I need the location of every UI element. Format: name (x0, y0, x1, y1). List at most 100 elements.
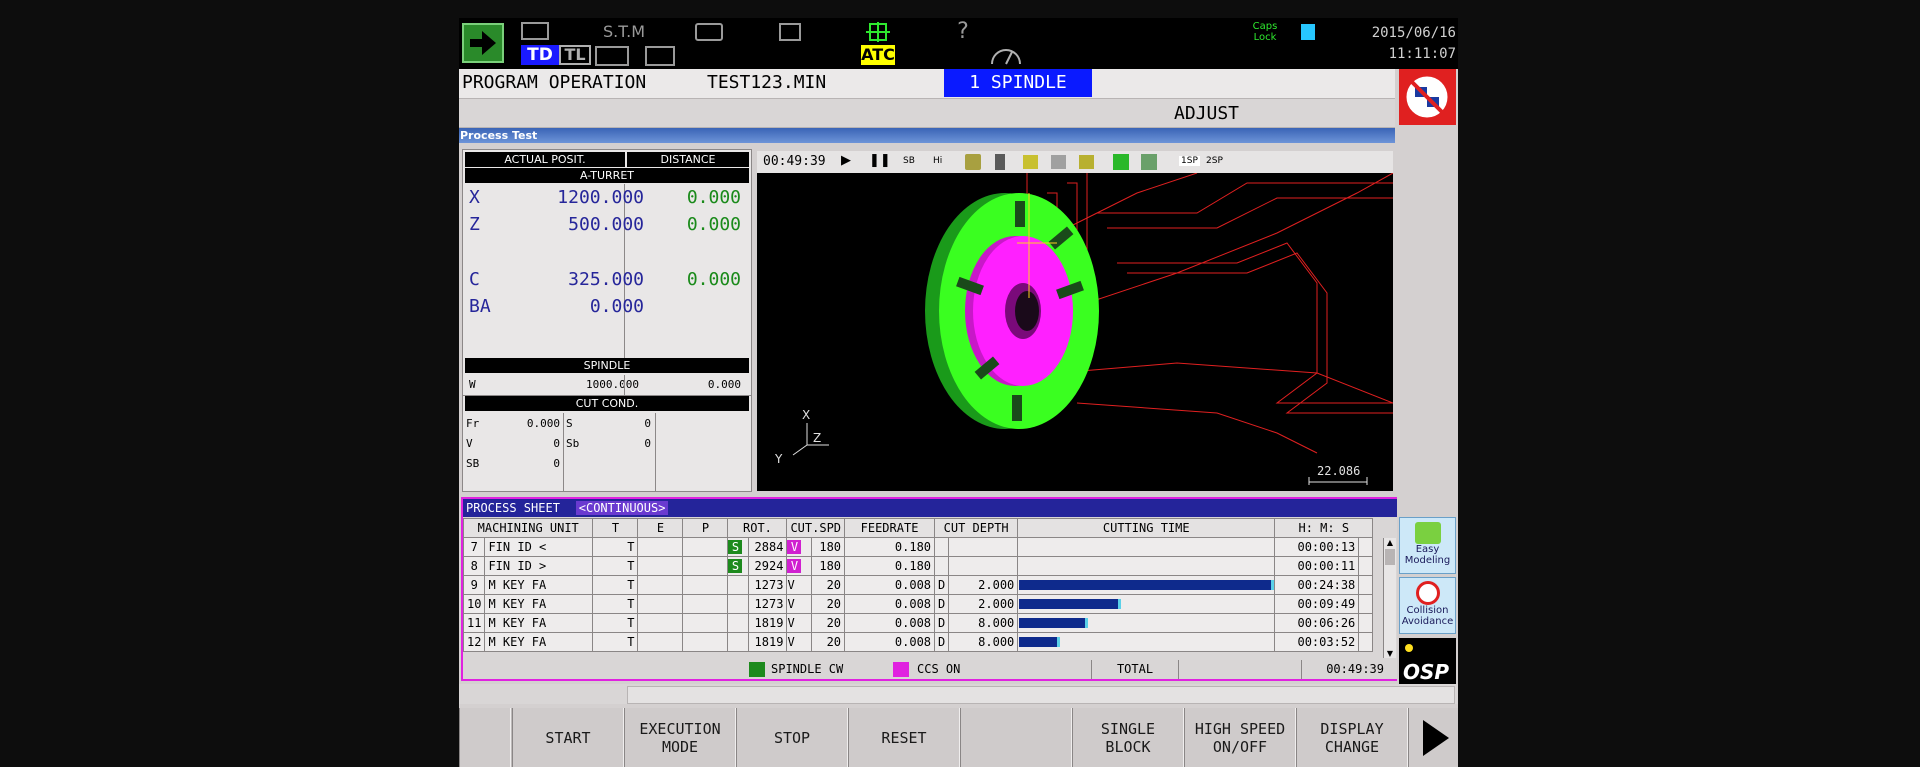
no-cell: 10 (462, 594, 486, 614)
continuous-mode[interactable]: <CONTINUOUS> (575, 501, 669, 515)
next-arrow-icon (1423, 720, 1449, 756)
no-interference-icon[interactable] (1399, 69, 1456, 125)
scroll-down-icon[interactable]: ▼ (1384, 649, 1396, 658)
fkey-blank-1[interactable] (459, 708, 511, 767)
atc-icon[interactable] (860, 20, 896, 44)
spindle-cw-swatch (749, 662, 765, 677)
feed-cell: 0.008 (844, 632, 936, 652)
easy-modeling-button[interactable]: Easy Modeling (1399, 517, 1456, 574)
process-sheet: PROCESS SHEET <CONTINUOUS> MACHINING UNI… (461, 497, 1399, 681)
cutting-time-bar (1019, 618, 1089, 628)
top-status-bar: S.T.M ? TD TL ATC Caps Lock 2015/06/16 1… (459, 18, 1458, 69)
depth-cell: 8.000 (948, 613, 1019, 633)
caps-lock-indicator: Caps Lock (1252, 21, 1278, 43)
table-row[interactable]: 12 M KEY FA T 1819 V 20 0.008 D 8.000 00:03:52 (462, 632, 1374, 652)
process-sheet-scrollbar[interactable]: ▲ ▼ (1383, 538, 1396, 658)
scroll-thumb[interactable] (1385, 549, 1395, 565)
tool-holder-icon[interactable] (995, 154, 1005, 170)
spd_flag-cell: V (786, 632, 812, 652)
unit-cell: M KEY FA (484, 594, 594, 614)
cutting-time-bar-cell (1017, 537, 1276, 557)
total-time: 00:49:39 (1301, 660, 1384, 679)
empty-cell (1358, 632, 1374, 652)
spindle2-button[interactable]: 2SP (1206, 156, 1223, 166)
empty-cell (682, 556, 729, 576)
rot_flag-cell (727, 632, 750, 652)
solid-view-icon[interactable] (1023, 155, 1038, 169)
table-row[interactable]: 10 M KEY FA T 1273 V 20 0.008 D 2.000 00:09:49 (462, 594, 1374, 614)
scroll-up-icon[interactable]: ▲ (1384, 538, 1396, 547)
start-button[interactable]: START (512, 708, 624, 767)
message-input[interactable] (627, 686, 1455, 704)
high-speed-button[interactable]: HIGH SPEED ON/OFF (1184, 708, 1296, 767)
view-tool-icon[interactable] (965, 154, 981, 170)
camera-icon[interactable] (695, 23, 723, 41)
hi-button[interactable]: Hi (933, 156, 942, 166)
t-cell: T (592, 594, 639, 614)
unit-cell: FIN ID > (484, 556, 594, 576)
process-sheet-header: MACHINING UNIT T E P ROT. CUT.SPD FEEDRA… (462, 518, 1374, 538)
depth-cell: 2.000 (948, 575, 1019, 595)
depth-cell: 8.000 (948, 632, 1019, 652)
collision-avoidance-button[interactable]: Collision Avoidance (1399, 577, 1456, 634)
feed-cell: 0.008 (844, 575, 936, 595)
spd-cell: 20 (810, 575, 846, 595)
col-p: P (682, 518, 729, 538)
spd-cell: 20 (810, 632, 846, 652)
grid-view-icon[interactable] (1141, 154, 1157, 170)
status-dot-icon (1405, 644, 1413, 652)
measure-icon[interactable] (779, 23, 801, 41)
no-cell: 8 (462, 556, 486, 576)
stm-label[interactable]: S.T.M (594, 22, 654, 41)
spd-cell: 20 (810, 613, 846, 633)
spindle1-button[interactable]: 1SP (1179, 156, 1200, 166)
empty-cell (1358, 613, 1374, 633)
col-t: T (592, 518, 639, 538)
cutting-time-bar-cell (1017, 613, 1276, 633)
stop-button[interactable]: STOP (736, 708, 848, 767)
play-icon[interactable]: ▶ (841, 153, 851, 168)
wire-view-icon[interactable] (1051, 155, 1066, 169)
time-cell: 00:06:26 (1274, 613, 1360, 633)
single-block-button[interactable]: SINGLE BLOCK (1072, 708, 1184, 767)
no-cell: 7 (462, 537, 486, 557)
col-hms: H: M: S (1274, 518, 1374, 538)
ccs-badge: V (787, 578, 795, 592)
spindle-tab[interactable]: 1 SPINDLE (944, 69, 1092, 97)
cycle-start-icon[interactable] (462, 23, 504, 63)
empty-cell (637, 594, 684, 614)
feed-cell: 0.180 (844, 556, 936, 576)
depth-cell (948, 556, 1019, 576)
section-view-icon[interactable] (1079, 155, 1094, 169)
execution-mode-button[interactable]: EXECUTION MODE (624, 708, 736, 767)
spd_flag-cell: V (786, 613, 812, 633)
rot_flag-cell: S (727, 556, 750, 576)
table-row[interactable]: 11 M KEY FA T 1819 V 20 0.008 D 8.000 00:06:26 (462, 613, 1374, 633)
table-row[interactable]: 9M KEY FA T 1273 V 20 0.008 D 2.000 00:24:38 (462, 575, 1374, 595)
empty-cell (1358, 537, 1374, 557)
unit-cell: M KEY FA (484, 575, 594, 595)
green-view-icon[interactable] (1113, 154, 1129, 170)
col-cut-depth: CUT DEPTH (934, 518, 1019, 538)
sb-button[interactable]: SB (903, 156, 915, 166)
reset-button[interactable]: RESET (848, 708, 960, 767)
display-change-button[interactable]: DISPLAY CHANGE (1296, 708, 1408, 767)
spindle-cw-badge: S (728, 559, 743, 573)
fkey-blank-6[interactable] (960, 708, 1072, 767)
pause-icon[interactable]: ❚❚ (869, 153, 891, 168)
help-icon[interactable]: ? (953, 19, 973, 44)
rot-cell: 1273 (748, 594, 788, 614)
next-page-button[interactable] (1408, 708, 1458, 767)
depth-cell: 2.000 (948, 594, 1019, 614)
process-sheet-title: PROCESS SHEET (466, 501, 560, 515)
simulation-viewer[interactable]: 00:49:39 ▶ ❚❚ SB Hi 1SP 2SP X Z Y 22.086 (757, 151, 1393, 491)
no-cell: 12 (462, 632, 486, 652)
spd_flag-cell: V (786, 556, 812, 576)
col-machining-unit: MACHINING UNIT (462, 518, 594, 538)
osp-label: OSP (1403, 660, 1450, 684)
file-icon[interactable] (1301, 24, 1315, 40)
table-row[interactable]: 8 FIN ID > T S 2924 V 180 0.180 00:00:11 (462, 556, 1374, 576)
table-row[interactable]: 7 FIN ID < T S 2884 V 180 0.180 00:00:13 (462, 537, 1374, 557)
manual-icon[interactable] (521, 22, 549, 40)
depth_flag-cell (934, 537, 950, 557)
